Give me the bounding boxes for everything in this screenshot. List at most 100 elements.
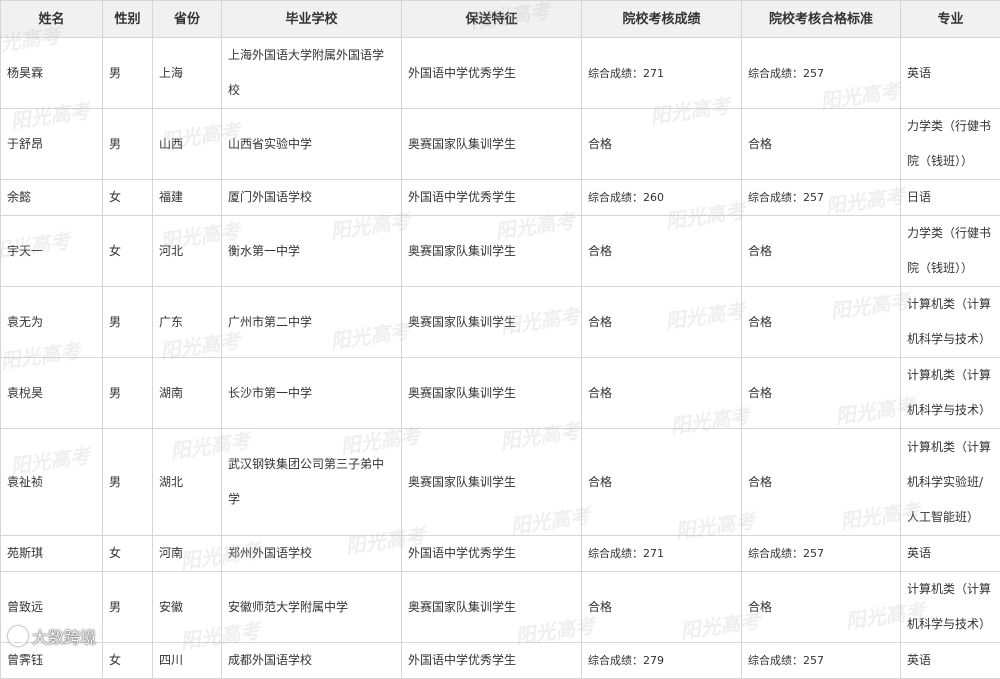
- header-standard: 院校考核合格标准: [742, 1, 901, 38]
- cell-school: 成都外国语学校: [222, 643, 402, 679]
- cell-school: 武汉钢铁集团公司第三子弟中学: [222, 429, 402, 536]
- cell-gender: 男: [103, 38, 153, 109]
- table-row: 袁祉祯 男 湖北 武汉钢铁集团公司第三子弟中学 奥赛国家队集训学生 合格 合格 …: [1, 429, 1000, 536]
- cell-gender: 女: [103, 643, 153, 679]
- cell-feature: 奥赛国家队集训学生: [402, 572, 582, 643]
- cell-major: 英语: [901, 643, 1000, 679]
- cell-school: 上海外国语大学附属外国语学校: [222, 38, 402, 109]
- cell-school: 长沙市第一中学: [222, 358, 402, 429]
- cell-name: 苑斯琪: [1, 536, 103, 572]
- cell-province: 四川: [153, 643, 222, 679]
- cell-standard: 合格: [742, 358, 901, 429]
- cell-name: 曾霁钰: [1, 643, 103, 679]
- table-header-row: 姓名 性别 省份 毕业学校 保送特征 院校考核成绩 院校考核合格标准 专业: [1, 1, 1000, 38]
- cell-gender: 男: [103, 287, 153, 358]
- cell-school: 郑州外国语学校: [222, 536, 402, 572]
- table-row: 曾霁钰 女 四川 成都外国语学校 外国语中学优秀学生 综合成绩：279 综合成绩…: [1, 643, 1000, 679]
- cell-score: 合格: [582, 572, 742, 643]
- cell-gender: 男: [103, 572, 153, 643]
- cell-school: 广州市第二中学: [222, 287, 402, 358]
- table-row: 曾致远 男 安徽 安徽师范大学附属中学 奥赛国家队集训学生 合格 合格 计算机类…: [1, 572, 1000, 643]
- cell-major: 力学类（行健书院（钱班））: [901, 109, 1000, 180]
- cell-feature: 奥赛国家队集训学生: [402, 358, 582, 429]
- header-major: 专业: [901, 1, 1000, 38]
- cell-major: 计算机类（计算机科学实验班/人工智能班）: [901, 429, 1000, 536]
- cell-school: 山西省实验中学: [222, 109, 402, 180]
- table-row: 于舒昂 男 山西 山西省实验中学 奥赛国家队集训学生 合格 合格 力学类（行健书…: [1, 109, 1000, 180]
- cell-school: 安徽师范大学附属中学: [222, 572, 402, 643]
- cell-standard: 综合成绩：257: [742, 38, 901, 109]
- cell-school: 厦门外国语学校: [222, 180, 402, 216]
- cell-feature: 奥赛国家队集训学生: [402, 216, 582, 287]
- header-name: 姓名: [1, 1, 103, 38]
- table-row: 袁梲昊 男 湖南 长沙市第一中学 奥赛国家队集训学生 合格 合格 计算机类（计算…: [1, 358, 1000, 429]
- cell-major: 计算机类（计算机科学与技术）: [901, 287, 1000, 358]
- cell-gender: 男: [103, 358, 153, 429]
- cell-name: 袁梲昊: [1, 358, 103, 429]
- cell-standard: 综合成绩：257: [742, 536, 901, 572]
- cell-feature: 外国语中学优秀学生: [402, 180, 582, 216]
- cell-score: 合格: [582, 287, 742, 358]
- cell-feature: 奥赛国家队集训学生: [402, 429, 582, 536]
- header-school: 毕业学校: [222, 1, 402, 38]
- cell-score: 合格: [582, 109, 742, 180]
- cell-feature: 外国语中学优秀学生: [402, 643, 582, 679]
- header-score: 院校考核成绩: [582, 1, 742, 38]
- cell-gender: 男: [103, 429, 153, 536]
- cell-score: 综合成绩：279: [582, 643, 742, 679]
- header-feature: 保送特征: [402, 1, 582, 38]
- cell-standard: 合格: [742, 109, 901, 180]
- cell-major: 日语: [901, 180, 1000, 216]
- cell-gender: 女: [103, 180, 153, 216]
- cell-score: 综合成绩：271: [582, 38, 742, 109]
- cell-name: 余懿: [1, 180, 103, 216]
- cell-score: 合格: [582, 216, 742, 287]
- cell-score: 综合成绩：271: [582, 536, 742, 572]
- cell-major: 计算机类（计算机科学与技术）: [901, 572, 1000, 643]
- header-province: 省份: [153, 1, 222, 38]
- cell-score: 合格: [582, 358, 742, 429]
- cell-name: 宇天一: [1, 216, 103, 287]
- admission-table: 姓名 性别 省份 毕业学校 保送特征 院校考核成绩 院校考核合格标准 专业 杨昊…: [0, 0, 1000, 679]
- cell-name: 袁祉祯: [1, 429, 103, 536]
- table-row: 杨昊霖 男 上海 上海外国语大学附属外国语学校 外国语中学优秀学生 综合成绩：2…: [1, 38, 1000, 109]
- cell-gender: 男: [103, 109, 153, 180]
- cell-major: 力学类（行健书院（钱班））: [901, 216, 1000, 287]
- cell-gender: 女: [103, 536, 153, 572]
- table-row: 宇天一 女 河北 衡水第一中学 奥赛国家队集训学生 合格 合格 力学类（行健书院…: [1, 216, 1000, 287]
- table-row: 余懿 女 福建 厦门外国语学校 外国语中学优秀学生 综合成绩：260 综合成绩：…: [1, 180, 1000, 216]
- cell-score: 合格: [582, 429, 742, 536]
- cell-province: 福建: [153, 180, 222, 216]
- cell-feature: 奥赛国家队集训学生: [402, 109, 582, 180]
- cell-standard: 综合成绩：257: [742, 180, 901, 216]
- cell-province: 湖南: [153, 358, 222, 429]
- cell-name: 袁无为: [1, 287, 103, 358]
- table-row: 袁无为 男 广东 广州市第二中学 奥赛国家队集训学生 合格 合格 计算机类（计算…: [1, 287, 1000, 358]
- cell-standard: 合格: [742, 429, 901, 536]
- cell-name: 杨昊霖: [1, 38, 103, 109]
- cell-standard: 合格: [742, 572, 901, 643]
- table-row: 苑斯琪 女 河南 郑州外国语学校 外国语中学优秀学生 综合成绩：271 综合成绩…: [1, 536, 1000, 572]
- cell-major: 英语: [901, 38, 1000, 109]
- cell-gender: 女: [103, 216, 153, 287]
- cell-major: 计算机类（计算机科学与技术）: [901, 358, 1000, 429]
- cell-standard: 综合成绩：257: [742, 643, 901, 679]
- cell-major: 英语: [901, 536, 1000, 572]
- cell-province: 广东: [153, 287, 222, 358]
- cell-feature: 外国语中学优秀学生: [402, 38, 582, 109]
- cell-province: 河南: [153, 536, 222, 572]
- cell-feature: 外国语中学优秀学生: [402, 536, 582, 572]
- header-gender: 性别: [103, 1, 153, 38]
- cell-name: 于舒昂: [1, 109, 103, 180]
- cell-province: 河北: [153, 216, 222, 287]
- cell-province: 湖北: [153, 429, 222, 536]
- cell-province: 上海: [153, 38, 222, 109]
- cell-province: 安徽: [153, 572, 222, 643]
- cell-standard: 合格: [742, 216, 901, 287]
- cell-feature: 奥赛国家队集训学生: [402, 287, 582, 358]
- cell-standard: 合格: [742, 287, 901, 358]
- cell-name: 曾致远: [1, 572, 103, 643]
- cell-province: 山西: [153, 109, 222, 180]
- cell-school: 衡水第一中学: [222, 216, 402, 287]
- cell-score: 综合成绩：260: [582, 180, 742, 216]
